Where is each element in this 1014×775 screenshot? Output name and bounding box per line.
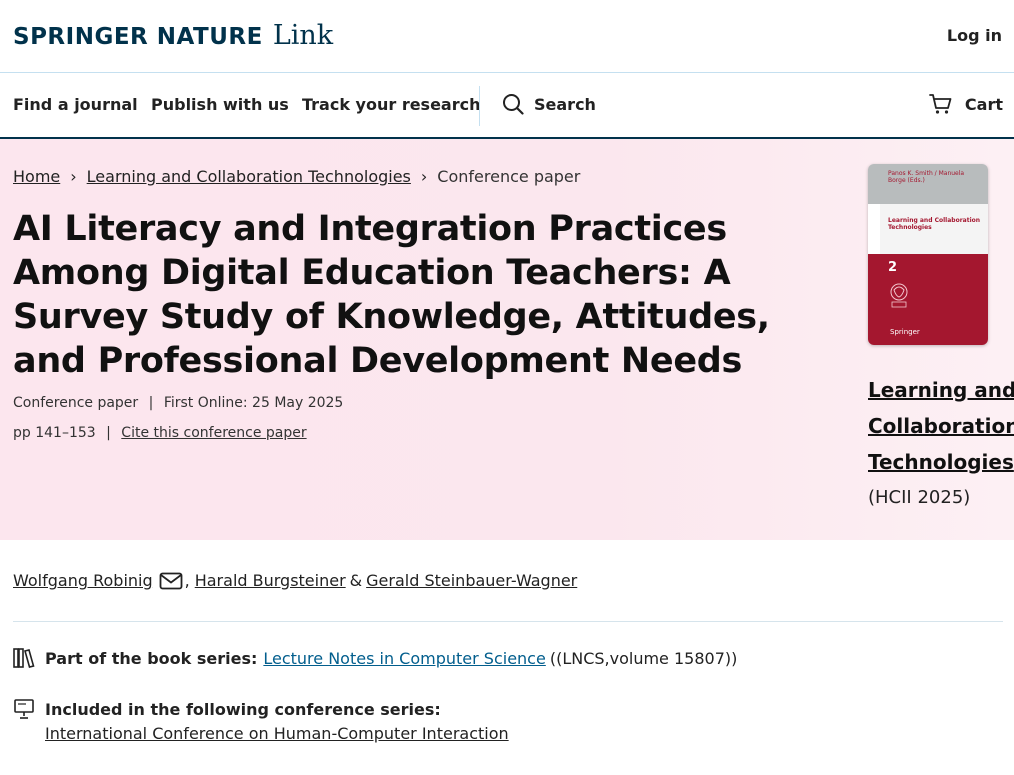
cart-label: Cart [964, 94, 1003, 114]
cover-title: Learning and Collaboration Technologies [888, 217, 981, 231]
article-hero: Home › Learning and Collaboration Techno… [0, 139, 1014, 540]
cover-bottom-panel [868, 254, 988, 345]
cart-icon [929, 94, 952, 114]
nav-find-journal[interactable]: Find a journal [13, 95, 138, 114]
book-subtitle: (HCII 2025) [868, 487, 971, 508]
book-title-line: Technologies [868, 450, 1014, 474]
logo-product-text: Link [272, 20, 334, 51]
author-separator: , [184, 571, 190, 590]
author-list: Wolfgang Robinig , Harald Burgsteiner & … [13, 571, 577, 590]
chevron-right-icon: › [420, 167, 428, 186]
book-cover-image[interactable]: Panos K. Smith / Manuela Borge (Eds.) Le… [868, 164, 988, 345]
search-icon [503, 94, 524, 115]
meta-separator: | [148, 395, 154, 411]
conference-series-link[interactable]: International Conference on Human-Comput… [45, 724, 509, 743]
cover-spine [868, 204, 880, 254]
cover-editors: Panos K. Smith / Manuela Borge (Eds.) [888, 170, 965, 184]
author-link[interactable]: Wolfgang Robinig [13, 571, 153, 590]
first-online-date: First Online: 25 May 2025 [163, 395, 344, 411]
book-series-link[interactable]: Lecture Notes in Computer Science [263, 649, 545, 668]
search-button[interactable]: Search [502, 93, 596, 115]
cover-part-number: 2 [888, 260, 898, 275]
cart-button[interactable]: Cart [929, 93, 1003, 115]
cite-this-paper-link[interactable]: Cite this conference paper [121, 425, 306, 441]
springer-nature-link-logo[interactable]: SPRINGER NATURE Link [13, 20, 333, 51]
author-separator: & [349, 571, 363, 590]
search-label: Search [534, 94, 596, 114]
article-type: Conference paper [13, 395, 139, 411]
conference-series-info: Included in the following conference ser… [13, 698, 509, 743]
chevron-right-icon: › [70, 167, 77, 186]
logo-brand-text: SPRINGER NATURE [13, 24, 263, 50]
books-icon [13, 648, 35, 668]
article-meta-line1: Conference paper | First Online: 25 May … [13, 395, 343, 411]
cover-publisher: Springer [890, 328, 920, 336]
conference-series-label: Included in the following conference ser… [45, 699, 441, 719]
author-link[interactable]: Harald Burgsteiner [195, 571, 346, 590]
email-icon[interactable] [159, 572, 183, 590]
article-meta-line2: pp 141–153 | Cite this conference paper [13, 425, 307, 441]
breadcrumb-current: Conference paper [437, 167, 581, 186]
book-series-label: Part of the book series: [45, 648, 258, 668]
nav-publish-with-us[interactable]: Publish with us [151, 95, 289, 114]
book-title-link[interactable]: Learning and Collaboration Technologies [868, 372, 1014, 480]
breadcrumb: Home › Learning and Collaboration Techno… [13, 167, 580, 186]
meta-separator: | [106, 425, 111, 441]
login-link[interactable]: Log in [947, 26, 1002, 45]
section-divider [13, 621, 1003, 622]
book-title-line: Learning and [868, 378, 1014, 402]
presentation-icon [14, 699, 34, 719]
breadcrumb-home[interactable]: Home [13, 167, 60, 186]
page-title: AI Literacy and Integration Practices Am… [13, 209, 770, 381]
nav-divider [479, 86, 480, 126]
site-header: SPRINGER NATURE Link Log in [0, 0, 1014, 73]
hci-logo-icon [890, 283, 908, 308]
book-series-volume: ((LNCS,volume 15807)) [549, 648, 738, 668]
author-link[interactable]: Gerald Steinbauer-Wagner [366, 571, 577, 590]
page-range: pp 141–153 [13, 425, 96, 441]
book-title-line: Collaboration [868, 414, 1014, 438]
book-series-info: Part of the book series: Lecture Notes i… [13, 648, 737, 668]
nav-track-research[interactable]: Track your research [302, 95, 481, 114]
main-nav: Find a journal Publish with us Track you… [0, 73, 1014, 139]
breadcrumb-book[interactable]: Learning and Collaboration Technologies [87, 167, 411, 186]
